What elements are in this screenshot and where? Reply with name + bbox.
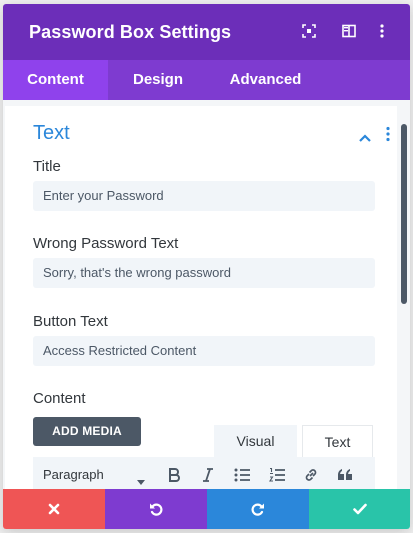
italic-icon[interactable]: [200, 467, 216, 483]
tab-design[interactable]: Design: [108, 60, 208, 100]
bold-icon[interactable]: [166, 467, 182, 483]
tab-content[interactable]: Content: [3, 60, 108, 100]
settings-modal: Password Box Settings Content Design Adv…: [3, 4, 410, 529]
modal-title: Password Box Settings: [29, 22, 232, 42]
tab-advanced[interactable]: Advanced: [208, 60, 323, 100]
chevron-up-icon[interactable]: [358, 130, 372, 142]
expand-icon[interactable]: [301, 23, 317, 39]
redo-icon: [251, 503, 264, 516]
settings-content: Text Title Enter your Password Wrong Pas…: [3, 100, 410, 496]
cancel-button[interactable]: [3, 489, 105, 529]
settings-tabs: Content Design Advanced: [3, 60, 410, 100]
link-icon[interactable]: [303, 467, 319, 483]
text-section-panel: Text Title Enter your Password Wrong Pas…: [5, 106, 397, 496]
button-text-label: Button Text: [33, 313, 108, 330]
wrong-password-input[interactable]: Sorry, that's the wrong password: [33, 258, 375, 288]
caret-down-icon[interactable]: [137, 472, 145, 485]
check-icon: [352, 503, 367, 515]
numbered-list-icon[interactable]: [269, 467, 285, 483]
undo-button[interactable]: [105, 489, 207, 529]
wrong-password-label: Wrong Password Text: [33, 235, 179, 252]
title-label: Title: [33, 158, 61, 175]
format-select[interactable]: Paragraph: [43, 467, 104, 482]
close-icon: [48, 503, 60, 515]
undo-icon: [150, 503, 163, 516]
modal-header[interactable]: Password Box Settings: [3, 4, 410, 60]
scrollbar[interactable]: [401, 124, 407, 304]
modal-footer: [3, 489, 410, 529]
section-options-icon[interactable]: [386, 126, 390, 142]
bullet-list-icon[interactable]: [234, 467, 250, 483]
add-media-button[interactable]: ADD MEDIA: [33, 417, 141, 446]
more-vertical-icon[interactable]: [374, 23, 390, 39]
editor-toolbar: Paragraph: [33, 457, 375, 493]
sidebar-layout-icon[interactable]: [341, 23, 357, 39]
blockquote-icon[interactable]: [337, 467, 353, 483]
section-title[interactable]: Text: [33, 122, 70, 145]
title-input[interactable]: Enter your Password: [33, 181, 375, 211]
editor-tab-text[interactable]: Text: [302, 425, 373, 457]
content-label: Content: [33, 390, 86, 407]
save-button[interactable]: [309, 489, 410, 529]
editor-tab-visual[interactable]: Visual: [214, 425, 297, 457]
redo-button[interactable]: [207, 489, 309, 529]
button-text-input[interactable]: Access Restricted Content: [33, 336, 375, 366]
